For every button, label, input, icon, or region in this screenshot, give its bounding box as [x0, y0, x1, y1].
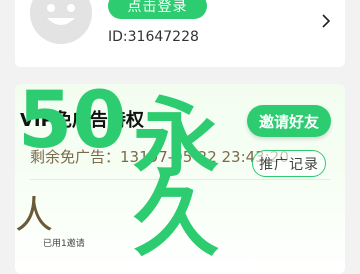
smiley-avatar-icon — [30, 0, 92, 44]
remaining-label: 剩余免广告： — [30, 148, 121, 166]
avatar[interactable] — [30, 0, 92, 44]
remaining-ad-free-row: 剩余免广告：13197-05-22 23:43:20 — [30, 146, 289, 167]
people-character: 人 — [15, 193, 54, 237]
user-id: ID:31647228 — [108, 29, 199, 45]
login-button[interactable]: 点击登录 — [108, 0, 207, 19]
divider — [30, 179, 330, 180]
profile-card: 点击登录 ID:31647228 — [15, 0, 345, 67]
vip-card: VIP免广告特权 邀请好友 剩余免广告：13197-05-22 23:43:20… — [15, 84, 345, 274]
invite-friends-button[interactable]: 邀请好友 — [247, 105, 331, 137]
vip-title: VIP免广告特权 — [20, 110, 144, 131]
chevron-right-icon[interactable] — [320, 13, 332, 29]
promotion-record-button[interactable]: 推广记录 — [252, 150, 326, 177]
invite-hint-text: 已用1邀请 — [43, 239, 85, 249]
